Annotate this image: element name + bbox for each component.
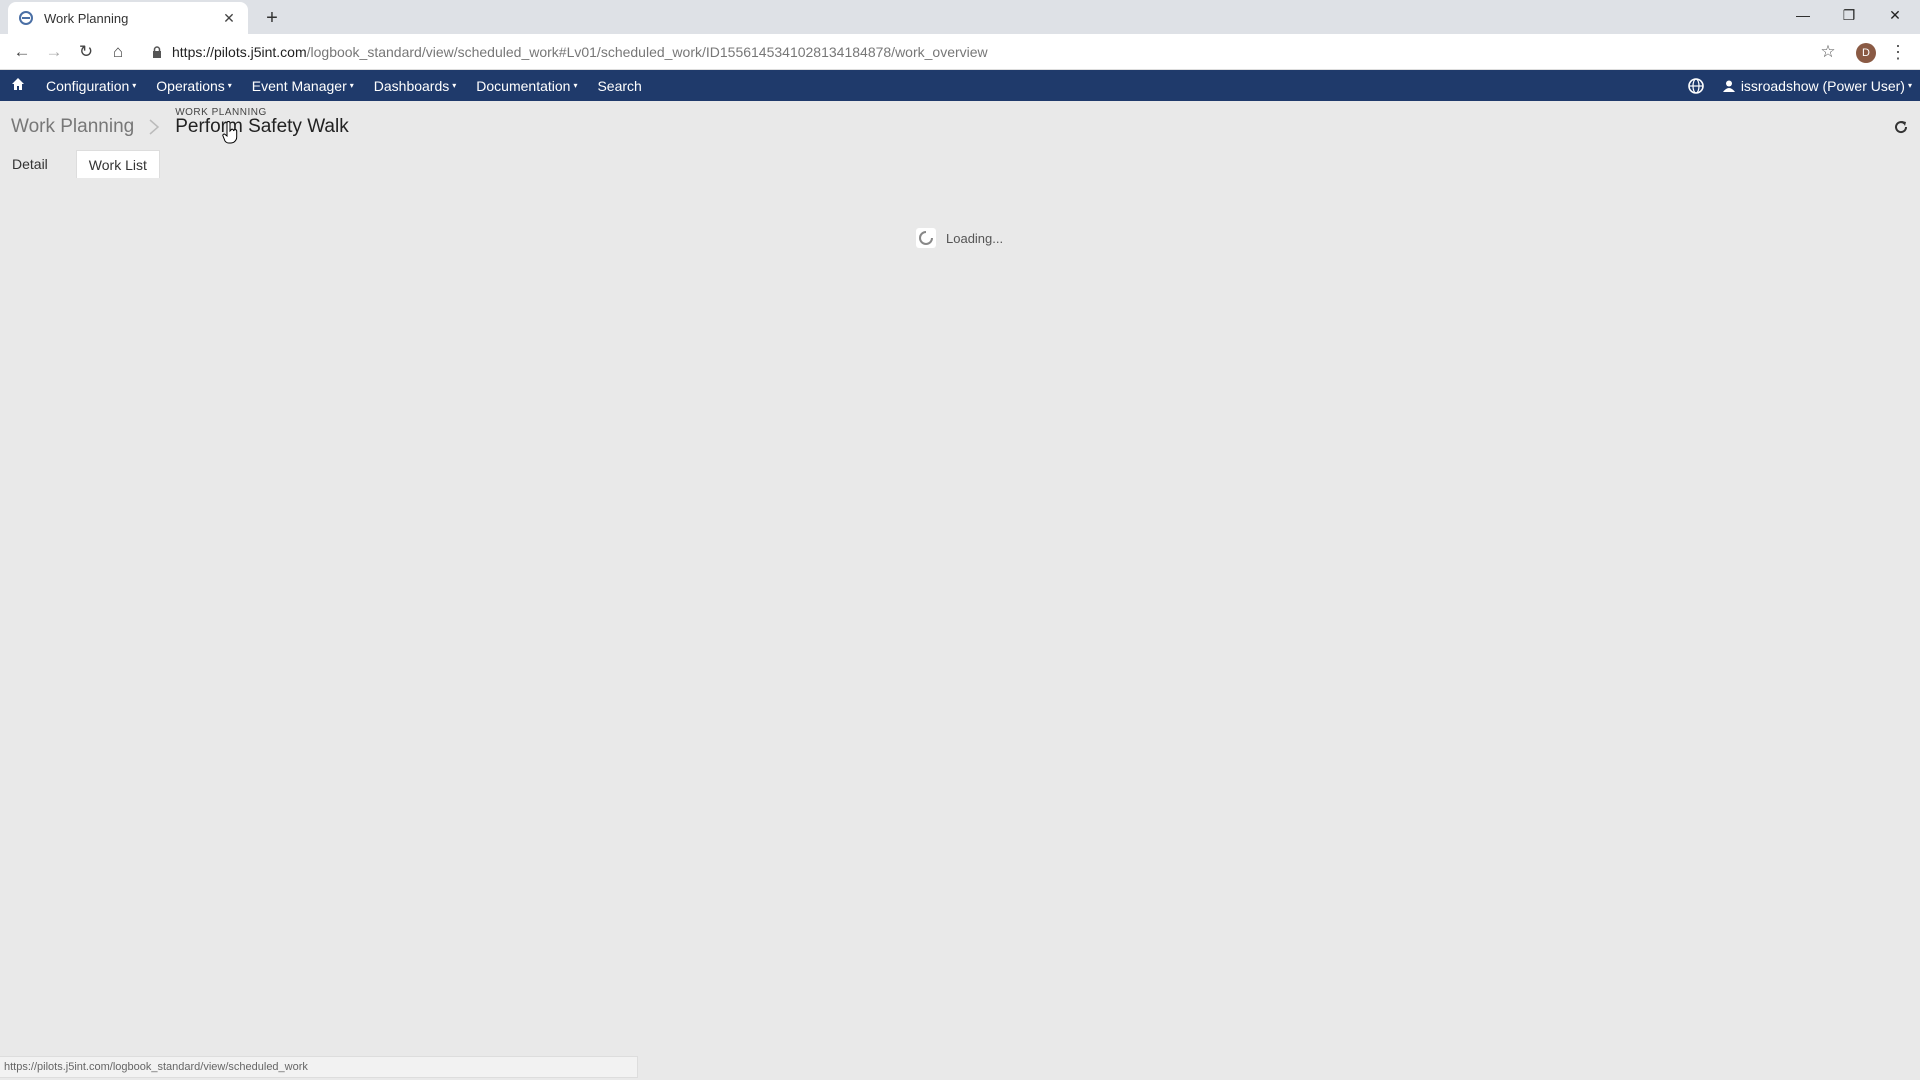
browser-tab-strip: Work Planning ✕ + — ❐ ✕ <box>0 0 1920 34</box>
spinner-icon <box>916 228 936 248</box>
url-text: https://pilots.j5int.com/logbook_standar… <box>172 44 988 60</box>
window-close-icon[interactable]: ✕ <box>1872 0 1918 30</box>
nav-documentation[interactable]: Documentation ▾ <box>466 78 587 94</box>
url-host: https://pilots.j5int.com <box>172 44 307 60</box>
user-icon <box>1722 80 1735 92</box>
bookmark-star-icon[interactable]: ☆ <box>1814 38 1842 66</box>
nav-event-manager[interactable]: Event Manager ▾ <box>242 78 364 94</box>
browser-menu-icon[interactable]: ⋮ <box>1886 38 1910 66</box>
loading-text: Loading... <box>946 230 1004 246</box>
status-url-bar: https://pilots.j5int.com/logbook_standar… <box>0 1056 638 1078</box>
profile-avatar[interactable]: D <box>1856 43 1876 63</box>
caret-down-icon: ▾ <box>132 81 137 90</box>
app-nav-bar: Configuration ▾ Operations ▾ Event Manager… <box>0 70 1920 101</box>
caret-down-icon: ▾ <box>1907 81 1912 90</box>
loading-indicator: Loading... <box>916 228 1003 248</box>
nav-label: Operations <box>156 77 225 94</box>
lock-icon <box>153 46 161 58</box>
nav-label: Configuration <box>46 77 130 94</box>
refresh-icon[interactable] <box>1892 118 1910 136</box>
page-kicker: WORK PLANNING <box>175 107 267 118</box>
tab-work-list[interactable]: Work List <box>75 150 160 178</box>
address-bar[interactable]: https://pilots.j5int.com/logbook_standar… <box>142 38 1834 66</box>
minimize-icon[interactable]: — <box>1780 0 1826 30</box>
restore-icon[interactable]: ❐ <box>1826 0 1872 30</box>
caret-down-icon: ▾ <box>452 81 457 90</box>
nav-label: Documentation <box>476 77 571 94</box>
user-label: issroadshow (Power User) <box>1740 77 1905 94</box>
url-path: /logbook_standard/view/scheduled_work#Lv… <box>306 44 988 60</box>
page-title: Perform Safety Walk <box>175 116 349 137</box>
breadcrumb: Work Planning WORK PLANNING Perform Safe… <box>11 107 349 138</box>
globe-icon[interactable] <box>1687 77 1705 95</box>
caret-down-icon: ▾ <box>573 81 578 90</box>
nav-search[interactable]: Search <box>587 78 651 94</box>
user-menu[interactable]: issroadshow (Power User) ▾ <box>1722 77 1920 94</box>
app-home-icon[interactable] <box>0 77 36 94</box>
tab-detail[interactable]: Detail <box>0 150 60 178</box>
nav-right-group: issroadshow (Power User) ▾ <box>1687 77 1920 95</box>
breadcrumb-root-link[interactable]: Work Planning <box>11 116 134 138</box>
back-icon[interactable]: ← <box>8 38 36 66</box>
nav-dashboards[interactable]: Dashboards ▾ <box>364 78 467 94</box>
forward-icon[interactable]: → <box>40 38 68 66</box>
home-icon[interactable]: ⌂ <box>104 38 132 66</box>
nav-configuration[interactable]: Configuration ▾ <box>36 78 146 94</box>
nav-operations[interactable]: Operations ▾ <box>146 78 242 94</box>
caret-down-icon: ▾ <box>227 81 232 90</box>
nav-label: Event Manager <box>251 77 347 94</box>
reload-icon[interactable]: ↻ <box>72 38 100 66</box>
page-tabs: Detail Work List <box>0 150 176 178</box>
nav-label: Dashboards <box>373 77 450 94</box>
app-favicon-icon <box>19 11 33 25</box>
nav-label: Search <box>597 77 642 94</box>
browser-tab-title: Work Planning <box>44 10 129 26</box>
browser-toolbar: ← → ↻ ⌂ https://pilots.j5int.com/logbook… <box>0 34 1920 70</box>
new-tab-button[interactable]: + <box>258 4 286 32</box>
house-icon <box>12 78 24 90</box>
caret-down-icon: ▾ <box>349 81 354 90</box>
page-title-group: WORK PLANNING Perform Safety Walk <box>175 107 349 138</box>
chevron-right-icon <box>149 119 160 135</box>
hand-cursor-icon <box>222 121 238 144</box>
tab-close-icon[interactable]: ✕ <box>220 10 238 27</box>
browser-tab[interactable]: Work Planning ✕ <box>8 2 248 34</box>
